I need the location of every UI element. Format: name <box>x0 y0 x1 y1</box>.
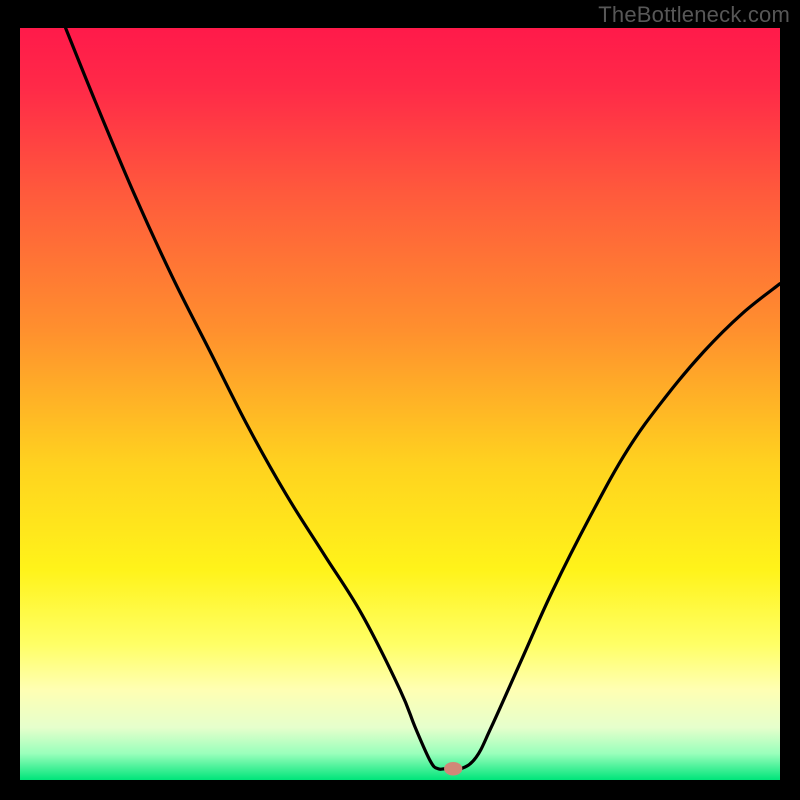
plot-inner <box>20 28 780 780</box>
plot-area <box>20 28 780 780</box>
chart-frame: TheBottleneck.com <box>0 0 800 800</box>
watermark-text: TheBottleneck.com <box>598 2 790 28</box>
min-point-marker <box>444 762 462 776</box>
chart-svg <box>20 28 780 780</box>
gradient-background <box>20 28 780 780</box>
